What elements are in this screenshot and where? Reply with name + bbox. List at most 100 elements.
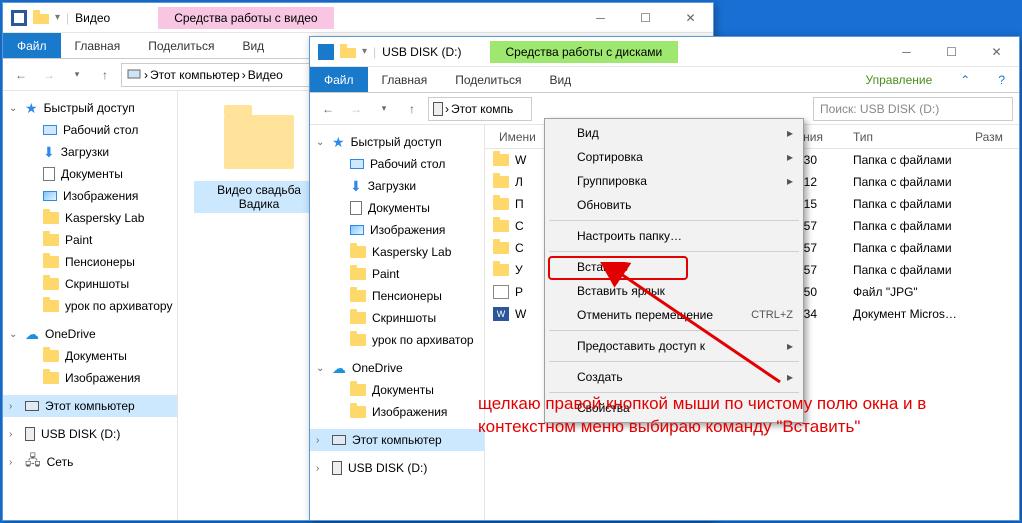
- ctx-paste[interactable]: Вставить: [547, 255, 801, 279]
- chevron-right-icon[interactable]: ›: [242, 68, 246, 82]
- ribbon-collapse-icon[interactable]: ⌃: [946, 67, 984, 92]
- nav-item-desktop[interactable]: Рабочий стол: [310, 153, 484, 175]
- chevron-right-icon[interactable]: ›: [144, 68, 148, 82]
- titlebar[interactable]: ▾ | USB DISK (D:) Средства работы с диск…: [310, 37, 1019, 67]
- nav-item-folder[interactable]: Скриншоты: [310, 307, 484, 329]
- ctx-properties[interactable]: Свойства: [547, 396, 801, 420]
- col-size[interactable]: Разм: [969, 130, 1019, 144]
- help-icon[interactable]: ?: [984, 67, 1019, 92]
- expand-icon[interactable]: ›: [316, 435, 319, 446]
- nav-this-pc[interactable]: ›Этот компьютер: [3, 395, 177, 417]
- col-type[interactable]: Тип: [829, 130, 969, 144]
- nav-usb-disk[interactable]: ›USB DISK (D:): [310, 457, 484, 479]
- ribbon-tab-file[interactable]: Файл: [3, 33, 61, 58]
- nav-label: Сеть: [47, 455, 74, 469]
- nav-item-folder[interactable]: урок по архиватору: [3, 295, 177, 317]
- nav-item-folder[interactable]: Paint: [310, 263, 484, 285]
- expand-icon[interactable]: ⌄: [9, 329, 17, 340]
- context-menu[interactable]: Вид▸ Сортировка▸ Группировка▸ Обновить Н…: [544, 118, 804, 423]
- nav-item-folder[interactable]: Пенсионеры: [3, 251, 177, 273]
- ribbon-tab-home[interactable]: Главная: [61, 33, 135, 58]
- nav-item-documents[interactable]: Документы: [3, 345, 177, 367]
- nav-up-button[interactable]: ↑: [400, 97, 424, 121]
- nav-item-folder[interactable]: урок по архиватор: [310, 329, 484, 351]
- breadcrumb-segment[interactable]: Этот компьютер: [150, 68, 240, 82]
- nav-usb-disk[interactable]: ›USB DISK (D:): [3, 423, 177, 445]
- expand-icon[interactable]: ›: [316, 463, 319, 474]
- chevron-right-icon[interactable]: ›: [445, 102, 449, 116]
- nav-forward-button[interactable]: →: [37, 63, 61, 87]
- nav-back-button[interactable]: ←: [316, 97, 340, 121]
- nav-network[interactable]: ›🖧Сеть: [3, 451, 177, 473]
- nav-history-icon[interactable]: ▾: [372, 97, 396, 121]
- ctx-new[interactable]: Создать▸: [547, 365, 801, 389]
- ctx-paste-shortcut[interactable]: Вставить ярлык: [547, 279, 801, 303]
- ribbon-tab-home[interactable]: Главная: [368, 67, 442, 92]
- qat-dropdown-icon[interactable]: ▾: [55, 12, 60, 23]
- expand-icon[interactable]: ›: [9, 457, 12, 468]
- expand-icon[interactable]: ⌄: [316, 137, 324, 148]
- nav-item-documents[interactable]: Документы: [3, 163, 177, 185]
- ctx-view[interactable]: Вид▸: [547, 121, 801, 145]
- close-button[interactable]: ✕: [668, 3, 713, 33]
- ctx-undo[interactable]: Отменить перемещениеCTRL+Z: [547, 303, 801, 327]
- nav-up-button[interactable]: ↑: [93, 63, 117, 87]
- ctx-refresh[interactable]: Обновить: [547, 193, 801, 217]
- nav-item-documents[interactable]: Документы: [310, 197, 484, 219]
- close-button[interactable]: ✕: [974, 37, 1019, 67]
- nav-item-folder[interactable]: Скриншоты: [3, 273, 177, 295]
- ctx-group[interactable]: Группировка▸: [547, 169, 801, 193]
- ctx-customize[interactable]: Настроить папку…: [547, 224, 801, 248]
- nav-onedrive[interactable]: ⌄☁OneDrive: [3, 323, 177, 345]
- titlebar[interactable]: ▾ | Видео Средства работы с видео ─ ☐ ✕: [3, 3, 713, 33]
- nav-item-desktop[interactable]: Рабочий стол: [3, 119, 177, 141]
- breadcrumb-segment[interactable]: Этот компь: [451, 102, 513, 116]
- file-item-folder[interactable]: Видео свадьба Вадика: [194, 107, 324, 213]
- ribbon-tab-file[interactable]: Файл: [310, 67, 368, 92]
- nav-item-pictures[interactable]: Изображения: [310, 219, 484, 241]
- maximize-button[interactable]: ☐: [929, 37, 974, 67]
- expand-icon[interactable]: ⌄: [9, 103, 17, 114]
- navigation-pane[interactable]: ⌄★Быстрый доступ Рабочий стол ⬇Загрузки …: [310, 125, 485, 520]
- nav-item-folder[interactable]: Kaspersky Lab: [310, 241, 484, 263]
- nav-item-folder[interactable]: Пенсионеры: [310, 285, 484, 307]
- nav-item-downloads[interactable]: ⬇Загрузки: [3, 141, 177, 163]
- expand-icon[interactable]: ›: [9, 429, 12, 440]
- breadcrumb[interactable]: › Этот компь: [428, 97, 532, 121]
- nav-back-button[interactable]: ←: [9, 63, 33, 87]
- ribbon-tab-view[interactable]: Вид: [228, 33, 278, 58]
- nav-history-icon[interactable]: ▾: [65, 63, 89, 87]
- minimize-button[interactable]: ─: [578, 3, 623, 33]
- maximize-button[interactable]: ☐: [623, 3, 668, 33]
- ctx-sort[interactable]: Сортировка▸: [547, 145, 801, 169]
- nav-item-pictures[interactable]: Изображения: [3, 185, 177, 207]
- nav-item-downloads[interactable]: ⬇Загрузки: [310, 175, 484, 197]
- nav-item-pictures[interactable]: Изображения: [3, 367, 177, 389]
- nav-item-pictures[interactable]: Изображения: [310, 401, 484, 423]
- nav-quick-access[interactable]: ⌄★Быстрый доступ: [3, 97, 177, 119]
- navigation-pane[interactable]: ⌄★Быстрый доступ Рабочий стол ⬇Загрузки …: [3, 91, 178, 520]
- nav-onedrive[interactable]: ⌄☁OneDrive: [310, 357, 484, 379]
- ribbon-tab-view[interactable]: Вид: [535, 67, 585, 92]
- nav-this-pc[interactable]: ›Этот компьютер: [310, 429, 484, 451]
- ctx-share[interactable]: Предоставить доступ к▸: [547, 334, 801, 358]
- nav-forward-button[interactable]: →: [344, 97, 368, 121]
- ribbon-tab-share[interactable]: Поделиться: [134, 33, 228, 58]
- search-input[interactable]: Поиск: USB DISK (D:): [813, 97, 1013, 121]
- ribbon-tab-share[interactable]: Поделиться: [441, 67, 535, 92]
- contextual-tab-disk[interactable]: Средства работы с дисками: [490, 41, 679, 63]
- qat-divider: |: [66, 11, 69, 25]
- download-icon: ⬇: [350, 178, 362, 195]
- document-icon: [350, 201, 362, 215]
- expand-icon[interactable]: ⌄: [316, 363, 324, 374]
- ribbon-tab-manage[interactable]: Управление: [852, 67, 947, 92]
- nav-quick-access[interactable]: ⌄★Быстрый доступ: [310, 131, 484, 153]
- nav-item-documents[interactable]: Документы: [310, 379, 484, 401]
- contextual-tab-video[interactable]: Средства работы с видео: [158, 7, 333, 29]
- nav-item-folder[interactable]: Kaspersky Lab: [3, 207, 177, 229]
- nav-item-folder[interactable]: Paint: [3, 229, 177, 251]
- minimize-button[interactable]: ─: [884, 37, 929, 67]
- breadcrumb-segment[interactable]: Видео: [248, 68, 283, 82]
- expand-icon[interactable]: ›: [9, 401, 12, 412]
- qat-dropdown-icon[interactable]: ▾: [362, 46, 367, 57]
